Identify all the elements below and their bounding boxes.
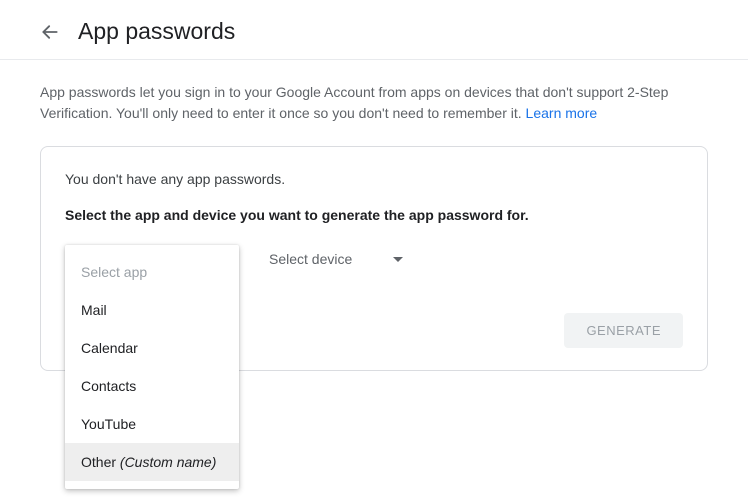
generate-button[interactable]: GENERATE <box>564 313 683 348</box>
select-app-dropdown-menu: Select app Mail Calendar Contacts YouTub… <box>65 245 239 489</box>
description-text: App passwords let you sign in to your Go… <box>40 82 708 124</box>
app-passwords-card: You don't have any app passwords. Select… <box>40 146 708 371</box>
dropdown-option-calendar[interactable]: Calendar <box>65 329 239 367</box>
dropdown-option-other-suffix: (Custom name) <box>120 454 216 470</box>
dropdown-option-other[interactable]: Other (Custom name) <box>65 443 239 481</box>
select-device-dropdown-trigger[interactable]: Select device <box>255 245 415 273</box>
dropdown-option-contacts[interactable]: Contacts <box>65 367 239 405</box>
selectors-row: Select app Select device Select app Mail… <box>65 245 683 273</box>
select-device-label: Select device <box>269 251 352 267</box>
dropdown-option-other-prefix: Other <box>81 454 120 470</box>
page-header: App passwords <box>0 0 748 60</box>
learn-more-link[interactable]: Learn more <box>526 105 598 121</box>
dropdown-option-mail[interactable]: Mail <box>65 291 239 329</box>
chevron-down-icon <box>393 257 403 262</box>
dropdown-option-youtube[interactable]: YouTube <box>65 405 239 443</box>
back-arrow-icon[interactable] <box>40 22 60 42</box>
no-passwords-text: You don't have any app passwords. <box>65 171 683 187</box>
page-title: App passwords <box>78 18 235 45</box>
content-area: App passwords let you sign in to your Go… <box>0 60 748 371</box>
instruction-text: Select the app and device you want to ge… <box>65 207 683 223</box>
dropdown-placeholder: Select app <box>65 253 239 291</box>
